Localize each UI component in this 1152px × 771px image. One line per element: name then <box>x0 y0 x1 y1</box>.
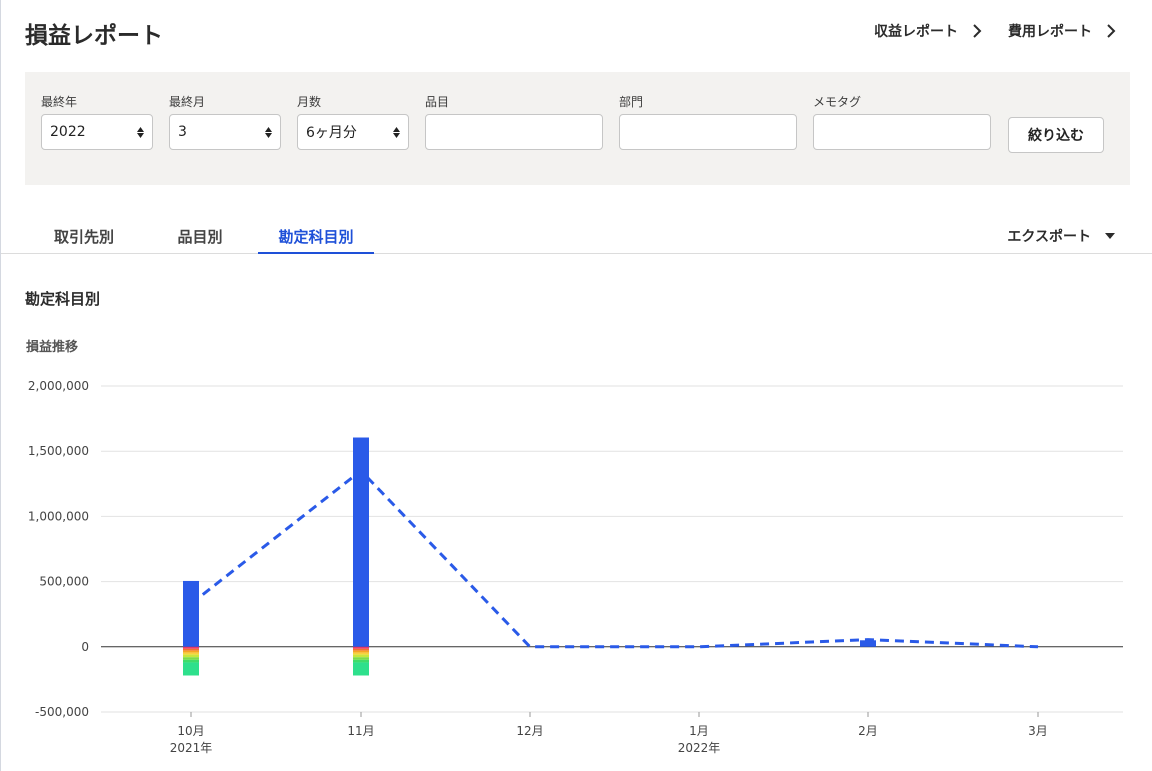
y-tick-label: 2,000,000 <box>28 379 89 393</box>
year-select[interactable]: 2022 <box>41 114 153 150</box>
expense-bar-segment <box>353 650 369 653</box>
y-tick-label: 500,000 <box>39 575 89 589</box>
expense-report-link[interactable]: 費用レポート <box>1008 21 1116 41</box>
select-arrows-icon <box>265 126 272 138</box>
chevron-right-icon <box>1107 24 1116 38</box>
expense-bar-segment <box>183 659 199 663</box>
months-count-select-value: 6ヶ月分 <box>306 125 357 141</box>
department-label: 部門 <box>619 95 644 109</box>
x-tick-label: 10月 <box>177 724 204 738</box>
tab-by-item[interactable]: 品目別 <box>161 226 239 254</box>
revenue-report-link-label: 収益レポート <box>874 24 958 40</box>
year-label: 最終年 <box>41 95 78 109</box>
x-tick-label: 11月 <box>347 724 374 738</box>
x-year-label: 2021年 <box>170 741 213 755</box>
expense-bar-segment <box>353 654 369 658</box>
tab-by-partner[interactable]: 取引先別 <box>37 226 131 254</box>
export-dropdown[interactable]: エクスポート <box>1007 226 1115 246</box>
chevron-right-icon <box>973 24 982 38</box>
month-label: 最終月 <box>169 95 206 109</box>
expense-bar-segment <box>183 662 199 676</box>
tab-bar: 取引先別 品目別 勘定科目別 エクスポート <box>1 214 1152 254</box>
select-arrows-icon <box>137 126 144 138</box>
expense-bar-segment <box>183 652 199 655</box>
memo-tag-input[interactable] <box>813 114 991 150</box>
revenue-report-link[interactable]: 収益レポート <box>874 21 982 41</box>
department-field: 部門 <box>619 94 797 150</box>
export-label: エクスポート <box>1007 229 1091 245</box>
revenue-bar <box>183 580 199 647</box>
expense-bar-segment <box>353 646 369 649</box>
expense-bar-segment <box>353 662 369 676</box>
page-title: 損益レポート <box>25 23 163 49</box>
item-field: 品目 <box>425 94 603 150</box>
section-title: 勘定科目別 <box>25 290 101 308</box>
x-tick-label: 2月 <box>858 724 878 738</box>
tab-by-account[interactable]: 勘定科目別 <box>258 226 374 254</box>
x-year-label: 2022年 <box>678 741 721 755</box>
chart-title: 損益推移 <box>26 340 79 355</box>
expense-report-link-label: 費用レポート <box>1008 24 1092 40</box>
x-tick-label: 3月 <box>1028 724 1048 738</box>
months-count-select[interactable]: 6ヶ月分 <box>297 114 409 150</box>
month-select-value: 3 <box>178 124 187 140</box>
memo-tag-label: メモタグ <box>813 95 862 109</box>
y-tick-label: 1,500,000 <box>28 444 89 458</box>
expense-bar-segment <box>183 650 199 653</box>
item-label: 品目 <box>425 95 450 109</box>
expense-bar-segment <box>183 646 199 649</box>
y-tick-label: 0 <box>81 640 89 654</box>
expense-bar-segment <box>183 657 199 660</box>
months-count-label: 月数 <box>297 95 322 109</box>
expense-bar-segment <box>353 652 369 655</box>
year-field: 最終年 2022 <box>41 94 153 150</box>
filter-panel: 最終年 2022 最終月 3 月数 6ヶ月分 品目 部門 メモタグ 絞り込む <box>25 72 1130 185</box>
x-tick-label: 12月 <box>516 724 543 738</box>
select-arrows-icon <box>393 126 400 138</box>
expense-bar-segment <box>353 648 369 651</box>
header-links: 収益レポート 費用レポート <box>874 21 1116 41</box>
months-count-field: 月数 6ヶ月分 <box>297 94 409 150</box>
item-input[interactable] <box>425 114 603 150</box>
expense-bar-segment <box>353 659 369 663</box>
year-select-value: 2022 <box>50 124 86 140</box>
month-field: 最終月 3 <box>169 94 281 150</box>
department-input[interactable] <box>619 114 797 150</box>
filter-submit-button[interactable]: 絞り込む <box>1008 117 1104 153</box>
month-select[interactable]: 3 <box>169 114 281 150</box>
profit-trend-chart: 2,000,000 1,500,000 1,000,000 500,000 0 -500,… <box>28 379 1123 755</box>
expense-bar-segment <box>353 657 369 660</box>
expense-bar-segment <box>183 654 199 658</box>
y-tick-label: 1,000,000 <box>28 509 89 523</box>
profit-trend-line <box>190 468 1039 649</box>
caret-down-icon <box>1105 233 1115 239</box>
x-tick-label: 1月 <box>689 724 709 738</box>
y-tick-label: -500,000 <box>35 705 89 719</box>
expense-bar-segment <box>183 648 199 651</box>
memo-tag-field: メモタグ <box>813 94 991 150</box>
profit-loss-report-page: 損益レポート 収益レポート 費用レポート 最終年 2022 最終月 3 月数 6… <box>0 0 1152 771</box>
